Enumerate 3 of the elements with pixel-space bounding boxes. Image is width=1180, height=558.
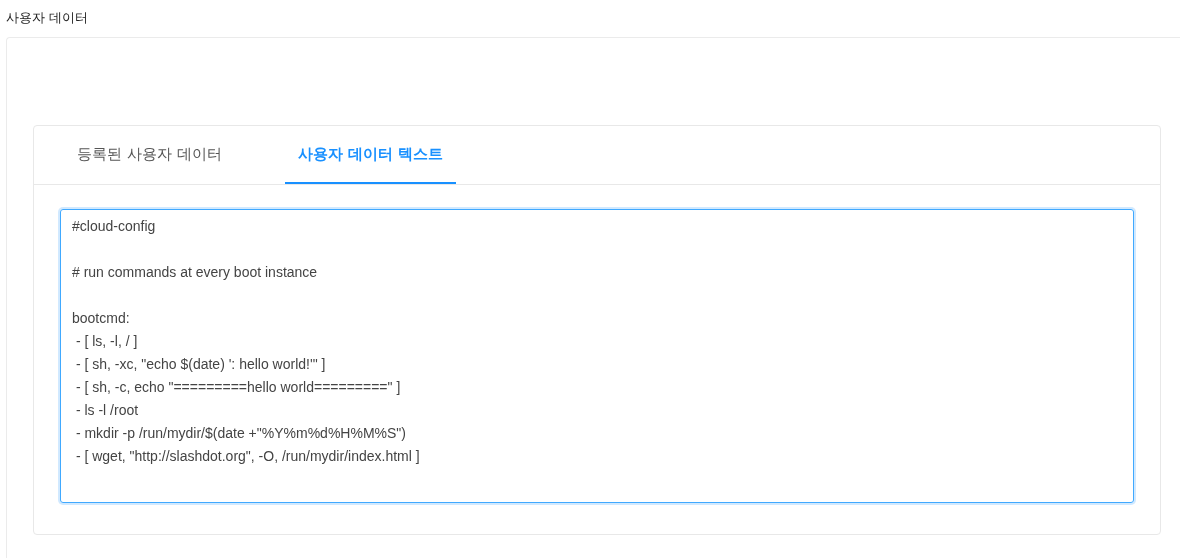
user-data-textarea[interactable]: #cloud-config # run commands at every boot instance bootcmd: - [ ls, -l, / ] - [ sh, -xc, "echo $(date) ': hello world!'" ] - [ sh, -c, echo "=========hello world=========" ] - ls -l /root - mkdir -p /run/mydir/$(date +"%Y%m%d%H%M%S") - [ wget, "http://slashdot.org", -O, /run/mydir/index.html ]	[60, 209, 1134, 503]
tab[interactable]: 등록된 사용자 데이터	[64, 126, 235, 184]
section-title: 사용자 데이터	[6, 9, 90, 27]
